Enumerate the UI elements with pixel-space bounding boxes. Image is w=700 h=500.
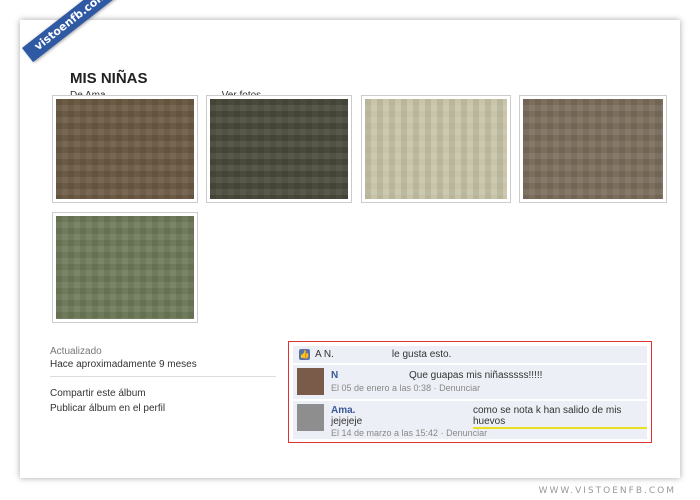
watermark: WWW.VISTOENFB.COM bbox=[538, 486, 676, 496]
divider bbox=[50, 376, 276, 377]
report-link[interactable]: Denunciar bbox=[446, 428, 487, 438]
updated-label: Actualizado bbox=[50, 346, 102, 357]
photo-thumbnail[interactable] bbox=[206, 95, 352, 203]
photo-image bbox=[210, 99, 348, 199]
photo-image bbox=[365, 99, 507, 199]
comment-text: Que guapas mis niñasssss!!!!! bbox=[409, 370, 543, 381]
photo-thumbnail[interactable] bbox=[52, 95, 198, 203]
photo-image bbox=[56, 216, 194, 319]
album-page: vistoenfb.com MIS NIÑAS De Ama· Ver foto… bbox=[20, 0, 680, 478]
comment-date: El 05 de enero a las 0:38 bbox=[331, 383, 432, 393]
photo-thumbnail[interactable] bbox=[361, 95, 511, 203]
comments-box: 👍 A N. le gusta esto. N Que guapas mis ni… bbox=[288, 341, 652, 443]
thumbs-up-icon[interactable]: 👍 bbox=[299, 349, 310, 360]
updated-value: Hace aproximadamente 9 meses bbox=[50, 359, 197, 370]
comment-author[interactable]: N bbox=[331, 370, 338, 381]
comment-meta: El 05 de enero a las 0:38 · Denunciar bbox=[331, 383, 481, 393]
publish-album-link[interactable]: Publicar álbum en el perfil bbox=[50, 403, 165, 414]
like-row: 👍 A N. le gusta esto. bbox=[293, 346, 647, 363]
avatar[interactable] bbox=[297, 368, 324, 395]
like-suffix: le gusta esto. bbox=[391, 349, 452, 360]
photo-image bbox=[56, 99, 194, 199]
photo-thumbnail[interactable] bbox=[519, 95, 667, 203]
like-prefix: A N. bbox=[315, 349, 334, 360]
photo-thumbnail[interactable] bbox=[52, 212, 198, 323]
comment-date: El 14 de marzo a las 15:42 bbox=[331, 428, 439, 438]
site-badge: vistoenfb.com bbox=[22, 0, 120, 63]
comment-item: N Que guapas mis niñasssss!!!!! El 05 de… bbox=[293, 365, 647, 399]
photo-image bbox=[523, 99, 663, 199]
comment-item: Ama. como se nota k han salido de mis hu… bbox=[293, 401, 647, 439]
album-title: MIS NIÑAS bbox=[70, 70, 148, 87]
share-album-link[interactable]: Compartir este álbum bbox=[50, 388, 146, 399]
comment-meta: El 14 de marzo a las 15:42 · Denunciar bbox=[331, 428, 488, 438]
avatar[interactable] bbox=[297, 404, 324, 431]
report-link[interactable]: Denunciar bbox=[439, 383, 480, 393]
comment-text: como se nota k han salido de mis huevos bbox=[473, 405, 647, 429]
comment-text-continued: jejejeje bbox=[331, 416, 363, 427]
comment-author[interactable]: Ama. bbox=[331, 405, 355, 416]
